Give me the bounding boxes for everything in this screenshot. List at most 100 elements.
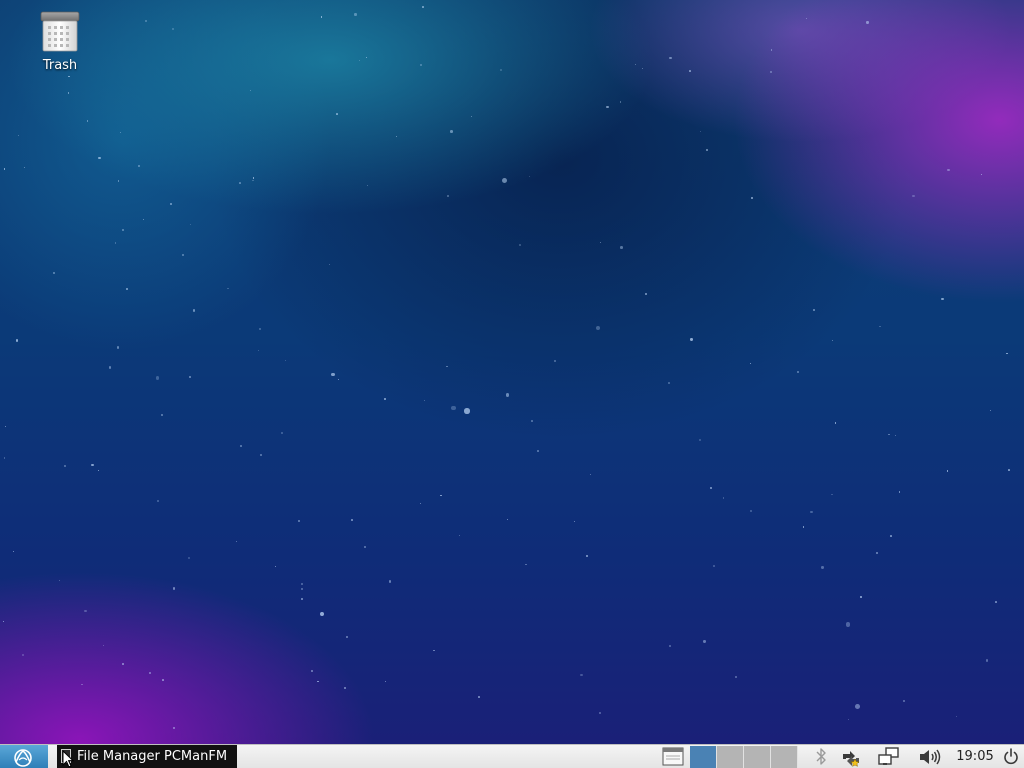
wallpaper-star [23,167,25,169]
wallpaper-star [994,601,997,603]
wallpaper-star [528,176,531,178]
wallpaper-star [471,115,473,117]
wallpaper-star [3,167,6,170]
wallpaper-star [855,703,861,709]
wallpaper-star [235,540,238,543]
wallpaper-star [15,339,19,342]
wallpaper-star [192,309,196,312]
wallpaper-star [847,719,850,721]
wallpaper-star [478,695,480,698]
wallpaper-star [645,292,648,295]
wallpaper-star [573,520,575,522]
wallpaper-star [320,611,325,616]
wallpaper-star [363,546,366,549]
wallpaper-star [384,680,386,682]
pager-desktop-2[interactable] [717,746,744,768]
wallpaper-star [1007,468,1010,471]
wallpaper-star [723,497,725,499]
mouse-pointer-icon [62,750,74,768]
wallpaper-star [145,19,148,22]
wallpaper-star [898,491,901,493]
updates-icon[interactable] [840,747,862,767]
wallpaper-star [173,587,176,590]
wallpaper-star [5,426,7,428]
wallpaper-star [122,663,125,666]
desktop-icon-label: Trash [42,58,78,73]
wallpaper-star [596,325,601,330]
wallpaper-star [669,56,672,59]
wallpaper-star [109,366,112,369]
show-desktop-icon[interactable] [662,747,684,766]
wallpaper-star [171,27,175,30]
wallpaper-star [810,511,813,514]
wallpaper-star [985,659,988,662]
wallpaper-star [337,378,339,381]
wallpaper-star [669,645,671,647]
wallpaper-star [86,120,89,123]
wallpaper-star [956,715,958,717]
wallpaper-star [749,363,751,365]
wallpaper-star [796,370,799,373]
clock[interactable]: 19:05 [952,745,998,768]
wallpaper-star [980,173,983,175]
wallpaper-star [173,727,175,729]
wallpaper-star [450,130,453,133]
wallpaper-star [447,194,449,197]
wallpaper-star [260,454,263,457]
wallpaper-star [114,242,117,244]
wallpaper-star [866,21,869,24]
wallpaper-star [812,309,815,311]
wallpaper-star [440,494,442,497]
wallpaper-star [170,203,172,205]
wallpaper-star [536,450,539,453]
wallpaper-star [424,399,426,401]
wallpaper-star [81,683,83,686]
wallpaper-star [395,135,398,137]
pager-desktop-4[interactable] [771,746,798,768]
wallpaper-star [155,376,160,380]
wallpaper-star [354,13,357,16]
taskbar-item-file-manager[interactable]: File Manager PCManFM [57,745,237,768]
wallpaper-star [249,90,251,92]
network-icon[interactable] [877,747,901,767]
wallpaper-star [947,470,949,472]
desktop-icon-trash[interactable]: Trash [28,10,92,73]
wallpaper-star [301,583,303,585]
desktop-background[interactable]: Trash [0,0,1024,744]
wallpaper-star [606,105,609,109]
wallpaper-star [117,180,120,182]
wallpaper-star [990,409,992,411]
wallpaper-star [831,339,834,342]
wallpaper-star [142,219,144,221]
wallpaper-star [802,526,805,528]
wallpaper-star [458,534,460,536]
wallpaper-star [805,18,807,20]
volume-icon[interactable] [918,747,942,767]
wallpaper-star [749,510,752,513]
wallpaper-star [64,465,67,468]
wallpaper-star [589,473,591,475]
pager-desktop-3[interactable] [744,746,771,768]
app-menu-button[interactable] [0,745,48,768]
wallpaper-star [68,75,71,78]
wallpaper-star [500,68,503,71]
wallpaper-star [138,165,141,168]
wallpaper-star [688,70,691,73]
wallpaper-star [187,556,191,560]
wallpaper-star [947,168,950,172]
wallpaper-star [769,70,773,74]
wallpaper-star [750,196,753,199]
power-icon[interactable] [1002,747,1020,767]
wallpaper-star [119,132,121,134]
wallpaper-star [713,565,716,567]
pager-desktop-1[interactable] [690,746,717,768]
bluetooth-icon[interactable] [812,747,830,766]
wallpaper-star [343,686,347,689]
wallpaper-star [351,519,353,521]
wallpaper-star [3,621,5,623]
wallpaper-star [156,499,159,502]
wallpaper-star [888,433,890,436]
wallpaper-star [358,60,361,62]
wallpaper-star [336,113,339,116]
wallpaper-star [699,130,701,132]
